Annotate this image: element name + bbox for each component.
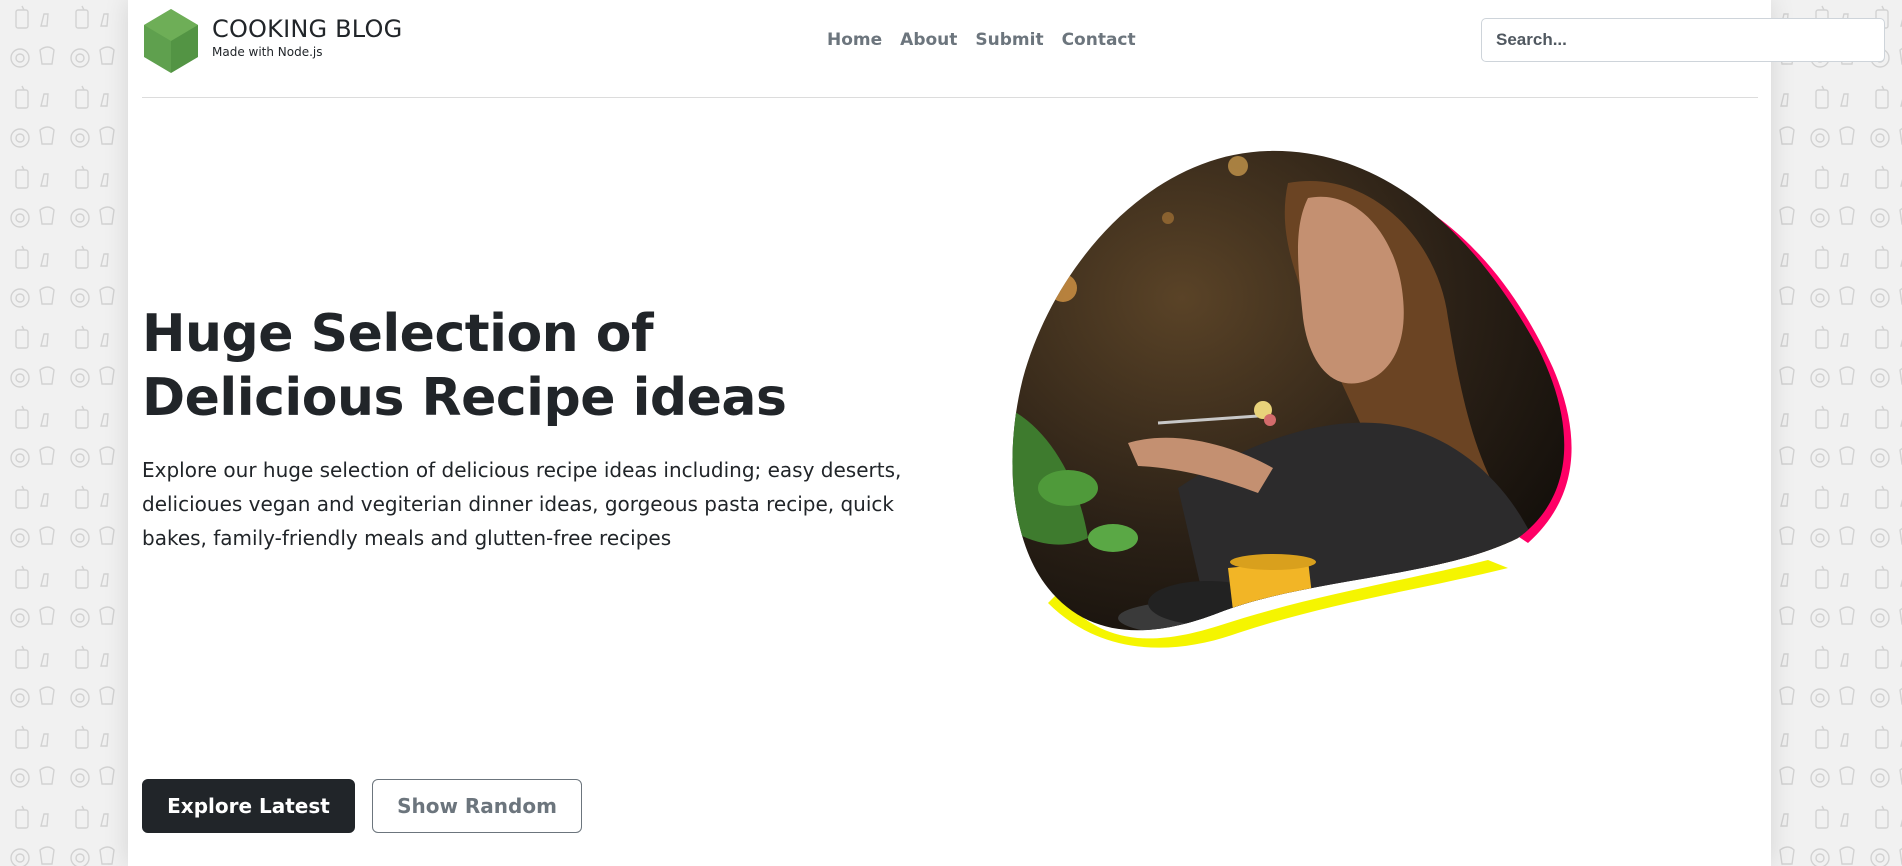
- hero-title: Huge Selection of Delicious Recipe ideas: [142, 304, 787, 428]
- nav-link-home[interactable]: Home: [818, 28, 891, 52]
- brand-subtitle: Made with Node.js: [212, 45, 323, 59]
- search-placeholder: Search...: [1496, 30, 1567, 49]
- hero-description: Explore our huge selection of delicious …: [142, 458, 902, 550]
- hero-image: [1012, 150, 1572, 648]
- main-container: COOKING BLOG Made with Node.js Home Abou…: [128, 0, 1885, 866]
- brand-logo-link[interactable]: COOKING BLOG Made with Node.js: [142, 8, 402, 74]
- brand-title: COOKING BLOG: [212, 15, 403, 43]
- main-nav: Home About Submit Contact: [818, 28, 1145, 52]
- hexagon-logo-icon: [144, 9, 198, 73]
- site-header: COOKING BLOG Made with Node.js Home Abou…: [142, 0, 1885, 98]
- search-input[interactable]: Search...: [1481, 18, 1885, 62]
- nav-link-submit[interactable]: Submit: [966, 28, 1052, 52]
- nav-link-about[interactable]: About: [891, 28, 966, 52]
- show-random-button[interactable]: Show Random: [372, 779, 582, 833]
- explore-latest-button[interactable]: Explore Latest: [142, 779, 355, 833]
- nav-link-contact[interactable]: Contact: [1053, 28, 1145, 52]
